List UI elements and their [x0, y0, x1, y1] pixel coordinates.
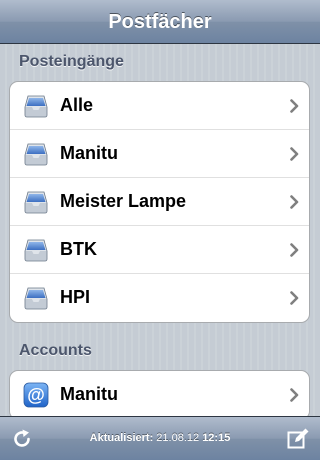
- updated-label: Aktualisiert:: [89, 432, 154, 444]
- mailbox-label: HPI: [60, 287, 91, 307]
- mailbox-row-manitu[interactable]: Manitu: [10, 130, 309, 178]
- updated-date: 21.08.12: [156, 432, 200, 444]
- mailbox-row-btk[interactable]: BTK: [10, 226, 309, 274]
- mailbox-row-hpi[interactable]: HPI: [10, 274, 309, 322]
- chevron-right-icon: [290, 195, 299, 209]
- svg-text:@: @: [27, 385, 45, 405]
- mailbox-label: BTK: [60, 239, 97, 259]
- chevron-right-icon: [290, 243, 299, 257]
- navigation-bar: Postfächer: [0, 0, 320, 44]
- inbox-icon: [24, 287, 48, 310]
- compose-icon[interactable]: [286, 427, 310, 451]
- page-title: Postfächer: [108, 11, 212, 33]
- inbox-icon: [24, 239, 48, 262]
- mailbox-list[interactable]: Posteingänge Alle Manitu Meister Lampe B…: [0, 44, 320, 416]
- section-header-accounts: Accounts: [19, 342, 92, 359]
- section-header-inboxes: Posteingänge: [19, 53, 124, 70]
- account-row-manitu[interactable]: @ Manitu: [10, 371, 309, 416]
- mailbox-row-alle[interactable]: Alle: [10, 82, 309, 130]
- inbox-icon: [24, 143, 48, 166]
- updated-time: 12:15: [202, 432, 231, 444]
- mailbox-label: Manitu: [60, 143, 118, 163]
- inbox-icon: [24, 191, 48, 214]
- inbox-icon: [24, 95, 48, 118]
- chevron-right-icon: [290, 388, 299, 402]
- account-label: Manitu: [60, 384, 118, 404]
- accounts-group: @ Manitu: [9, 370, 310, 416]
- mailbox-label: Meister Lampe: [60, 191, 187, 211]
- inboxes-group: Alle Manitu Meister Lampe BTK HPI: [9, 81, 310, 323]
- at-sign-icon: @: [23, 382, 49, 408]
- chevron-right-icon: [290, 99, 299, 113]
- chevron-right-icon: [290, 291, 299, 305]
- chevron-right-icon: [290, 147, 299, 161]
- update-status: Aktualisiert: 21.08.12 12:15: [0, 417, 320, 460]
- mailbox-row-meister-lampe[interactable]: Meister Lampe: [10, 178, 309, 226]
- bottom-toolbar: Aktualisiert: 21.08.12 12:15: [0, 416, 320, 460]
- mailbox-label: Alle: [60, 95, 94, 115]
